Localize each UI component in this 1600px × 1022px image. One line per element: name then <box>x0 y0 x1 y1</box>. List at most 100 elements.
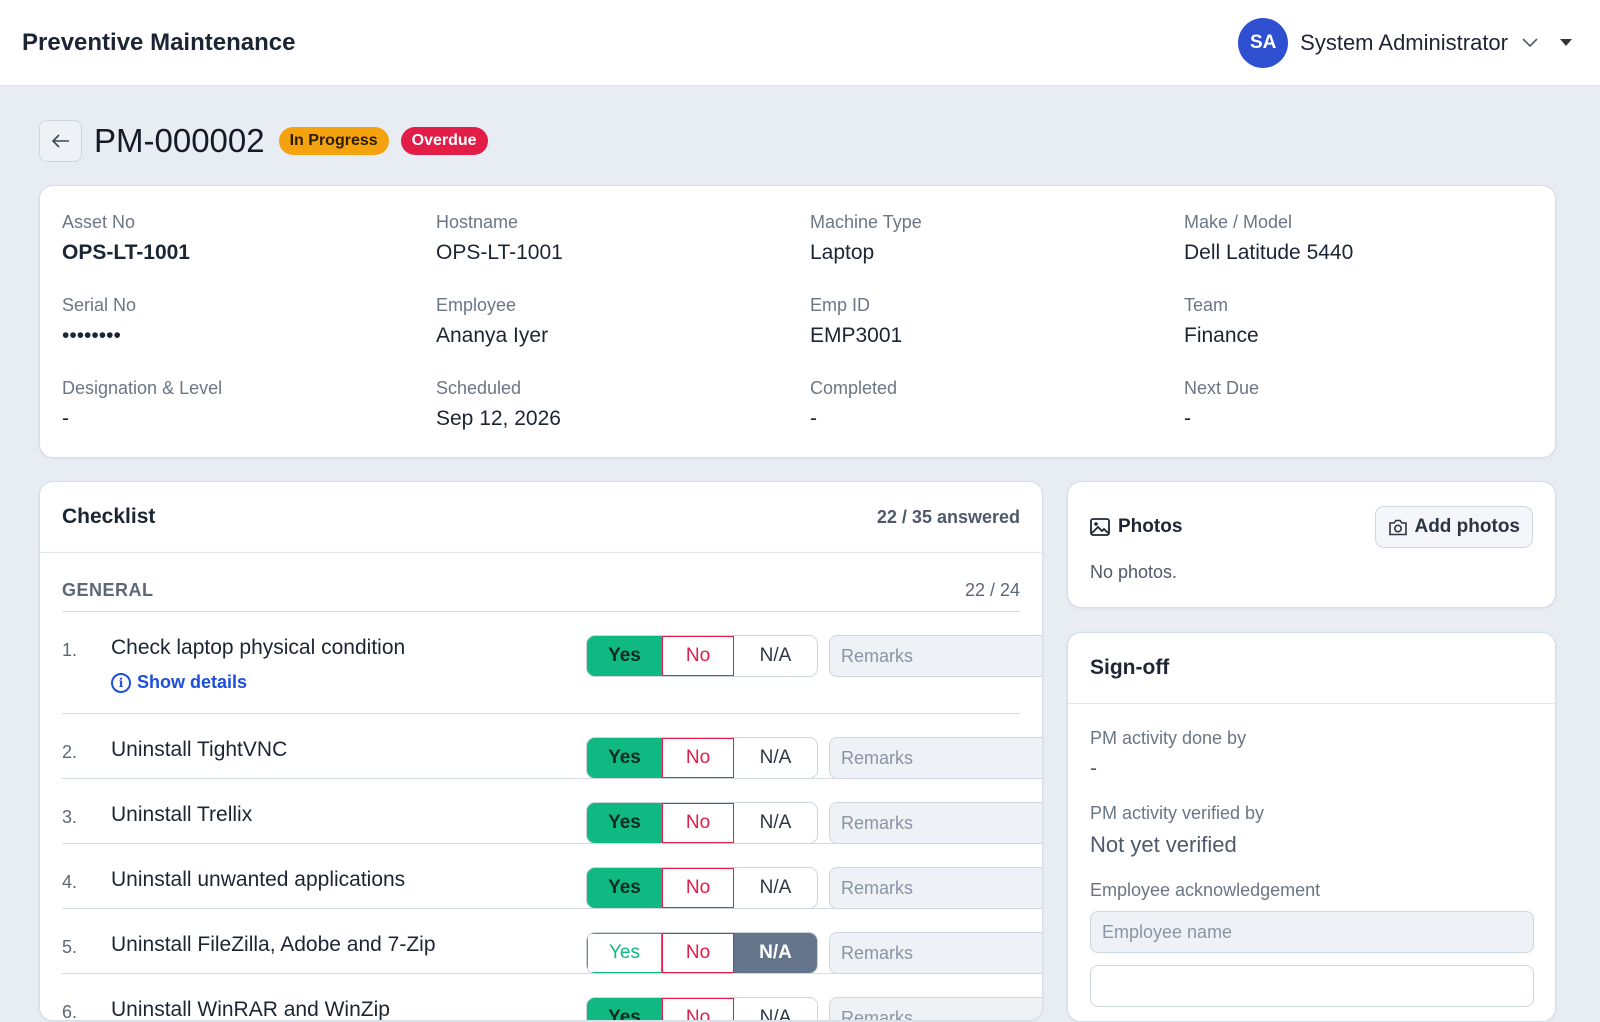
info-field: Hostname OPS-LT-1001 <box>436 212 810 295</box>
camera-icon <box>1389 519 1408 535</box>
user-name[interactable]: System Administrator <box>1300 30 1508 56</box>
info-field: Serial No •••••••• <box>62 295 436 378</box>
info-field: Machine Type Laptop <box>810 212 1184 295</box>
info-icon: i <box>111 672 131 693</box>
checklist-header: Checklist 22 / 35 answered <box>40 482 1042 553</box>
row-number: 2. <box>62 742 78 762</box>
verified-by-field: PM activity verified by Not yet verified <box>1090 803 1533 858</box>
answer-yes-button[interactable]: Yes <box>587 803 662 843</box>
answer-yes-button[interactable]: Yes <box>587 868 662 908</box>
field-label: Machine Type <box>810 212 922 232</box>
avatar[interactable]: SA <box>1238 17 1289 68</box>
caret-down-icon[interactable] <box>1560 39 1572 46</box>
no-photos-text: No photos. <box>1090 562 1178 582</box>
signoff-body: PM activity done by - PM activity verifi… <box>1068 704 1555 1007</box>
field-value: Finance <box>1184 324 1259 347</box>
photos-title: Photos <box>1090 516 1182 538</box>
employee-name-input[interactable] <box>1090 911 1534 953</box>
photos-title-text: Photos <box>1118 516 1183 537</box>
remarks-input[interactable] <box>829 802 1042 844</box>
answer-no-button[interactable]: No <box>662 738 734 778</box>
app-title: Preventive Maintenance <box>22 28 296 56</box>
answered-count: 22 / 35 answered <box>876 506 1020 527</box>
acknowledgement-field: Employee acknowledgement <box>1090 880 1534 1007</box>
acknowledgement-label: Employee acknowledgement <box>1090 880 1321 900</box>
info-field: Emp ID EMP3001 <box>810 295 1184 378</box>
overdue-badge: Overdue <box>400 127 488 155</box>
checklist-row: 2. Uninstall TightVNC Yes No N/A <box>62 714 1042 779</box>
arrow-left-icon <box>51 134 69 148</box>
field-value: Sep 12, 2026 <box>436 407 561 430</box>
field-value: EMP3001 <box>810 324 903 347</box>
field-value: OPS-LT-1001 <box>436 241 563 264</box>
verified-by-value: Not yet verified <box>1090 832 1237 857</box>
answer-na-button[interactable]: N/A <box>734 933 817 973</box>
field-value: •••••••• <box>62 324 121 347</box>
answer-na-button[interactable]: N/A <box>734 998 817 1020</box>
checklist-rows: 1. Check laptop physical condition i Show d… <box>40 612 1042 1021</box>
checklist-row: 3. Uninstall Trellix Yes No N/A <box>62 779 1042 844</box>
answer-yes-button[interactable]: Yes <box>587 933 662 973</box>
answer-yes-button[interactable]: Yes <box>587 636 662 676</box>
remarks-input[interactable] <box>829 635 1042 677</box>
page-title: PM-000002 <box>94 122 265 159</box>
info-field: Designation & Level - <box>62 378 436 461</box>
employee-signature-input[interactable] <box>1090 965 1534 1007</box>
answer-na-button[interactable]: N/A <box>734 803 817 843</box>
answer-toggle: Yes No N/A <box>586 737 818 779</box>
checklist-card: Checklist 22 / 35 answered GENERAL 22 / … <box>39 481 1043 1021</box>
field-value: Dell Latitude 5440 <box>1184 241 1354 264</box>
field-label: Next Due <box>1184 378 1260 398</box>
top-bar: Preventive Maintenance SA System Adminis… <box>0 0 1600 86</box>
show-details-label: Show details <box>137 672 248 692</box>
section-header: GENERAL 22 / 24 <box>62 553 1020 612</box>
answer-na-button[interactable]: N/A <box>734 868 817 908</box>
info-grid: Asset No OPS-LT-1001 Hostname OPS-LT-1001 Ma… <box>62 212 1533 461</box>
answer-toggle: Yes No N/A <box>586 802 818 844</box>
field-label: Asset No <box>62 212 136 232</box>
remarks-input[interactable] <box>829 997 1042 1020</box>
field-label: Scheduled <box>436 378 522 398</box>
add-photos-label: Add photos <box>1414 516 1520 537</box>
remarks-input[interactable] <box>829 737 1042 779</box>
field-value: - <box>810 407 817 430</box>
remarks-input[interactable] <box>829 867 1042 909</box>
signoff-title: Sign-off <box>1090 656 1170 679</box>
field-value: OPS-LT-1001 <box>62 241 190 264</box>
photos-card: Photos Add photos No photos. <box>1067 481 1556 608</box>
section-name: GENERAL <box>62 580 154 600</box>
answer-yes-button[interactable]: Yes <box>587 998 662 1020</box>
row-number: 6. <box>62 1002 78 1021</box>
remarks-input[interactable] <box>829 932 1042 974</box>
answer-no-button[interactable]: No <box>662 998 734 1020</box>
field-label: Emp ID <box>810 295 871 315</box>
field-value: Ananya Iyer <box>436 324 549 347</box>
field-value: - <box>1184 407 1191 430</box>
answer-yes-button[interactable]: Yes <box>587 738 662 778</box>
signoff-header: Sign-off <box>1068 633 1555 704</box>
image-icon <box>1090 518 1110 536</box>
answer-toggle: Yes No N/A <box>586 997 818 1020</box>
row-number: 5. <box>62 937 78 957</box>
asset-info-card: Asset No OPS-LT-1001 Hostname OPS-LT-1001 Ma… <box>39 185 1556 458</box>
answer-na-button[interactable]: N/A <box>734 636 817 676</box>
answer-no-button[interactable]: No <box>662 803 734 843</box>
answer-na-button[interactable]: N/A <box>734 738 817 778</box>
checklist-row: 1. Check laptop physical condition i Show d… <box>62 612 1042 714</box>
done-by-value: - <box>1090 757 1097 780</box>
field-label: Designation & Level <box>62 378 223 398</box>
field-label: Employee <box>436 295 517 315</box>
user-menu[interactable]: SA System Administrator <box>1238 17 1578 68</box>
add-photos-button[interactable]: Add photos <box>1375 506 1533 548</box>
info-field: Scheduled Sep 12, 2026 <box>436 378 810 461</box>
row-number: 4. <box>62 872 78 892</box>
answer-no-button[interactable]: No <box>662 636 734 676</box>
answer-no-button[interactable]: No <box>662 933 734 973</box>
info-field: Team Finance <box>1184 295 1534 378</box>
chevron-down-icon[interactable] <box>1520 33 1540 53</box>
show-details-link[interactable]: i Show details <box>111 672 247 693</box>
answer-no-button[interactable]: No <box>662 868 734 908</box>
answer-toggle: Yes No N/A <box>586 867 818 909</box>
answer-toggle: Yes No N/A <box>586 635 818 677</box>
back-button[interactable] <box>39 120 82 162</box>
